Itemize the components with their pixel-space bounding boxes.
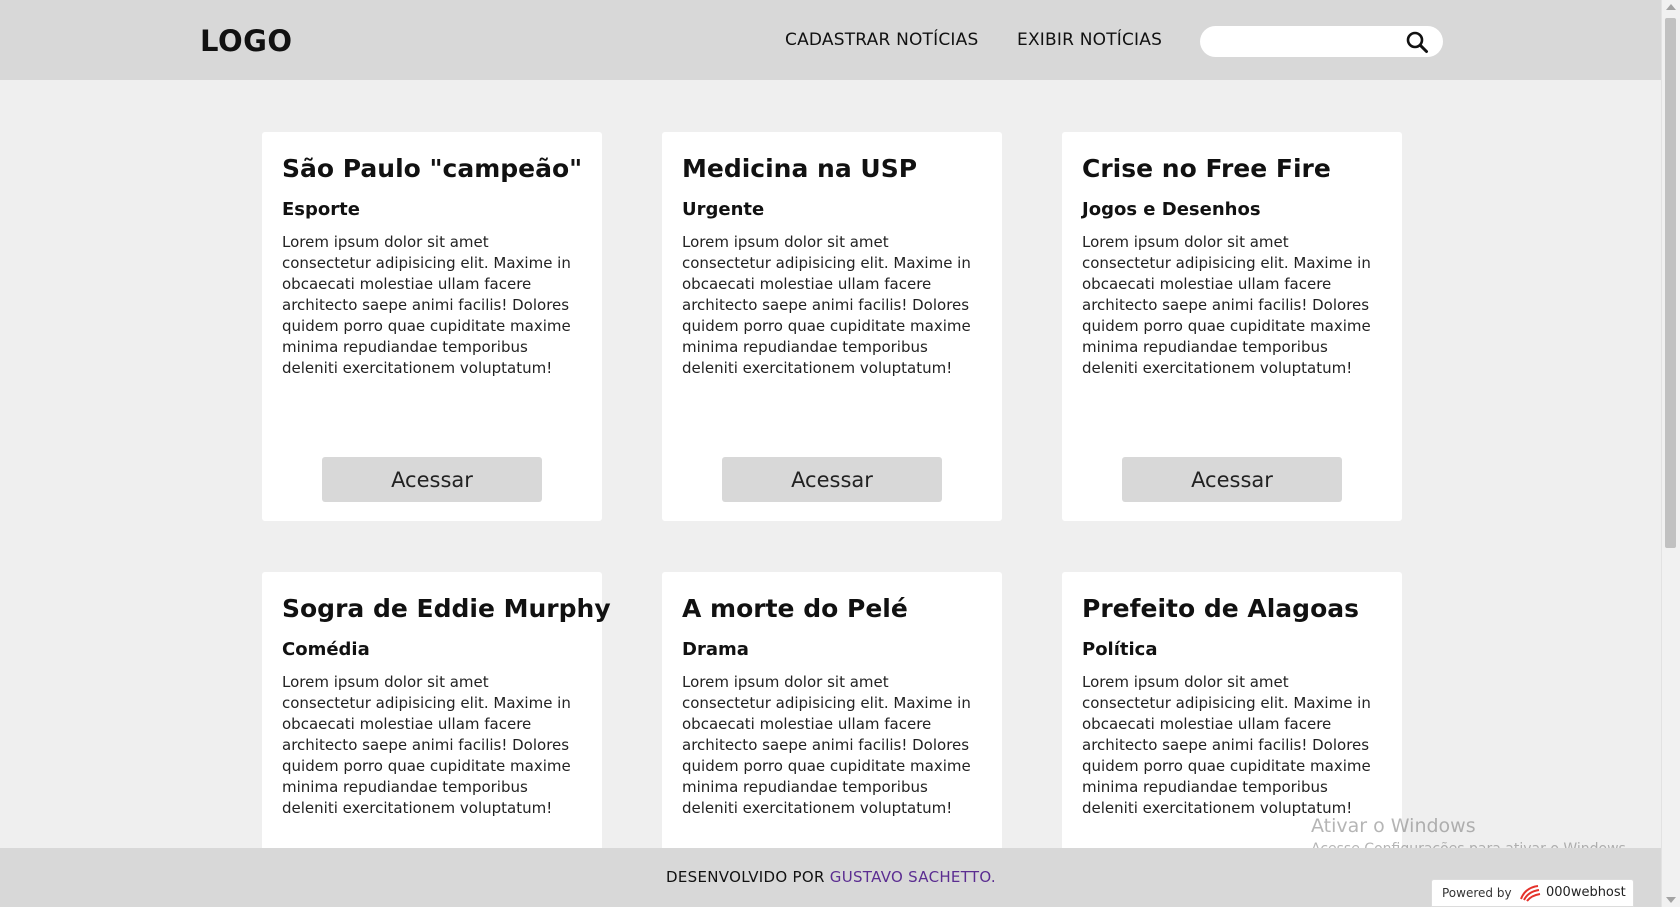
card-title: Crise no Free Fire xyxy=(1082,154,1331,183)
search-input[interactable] xyxy=(1214,30,1398,54)
page-scrollbar[interactable] xyxy=(1661,0,1680,907)
search-icon[interactable] xyxy=(1405,30,1429,54)
card-text: Lorem ipsum dolor sit amet consectetur a… xyxy=(1082,673,1371,817)
card-category: Esporte xyxy=(282,199,360,220)
page: LOGO CADASTRAR NOTÍCIAS EXIBIR NOTÍCIAS … xyxy=(0,0,1680,907)
scrollbar-thumb[interactable] xyxy=(1665,18,1676,548)
card-text: Lorem ipsum dolor sit amet consectetur a… xyxy=(1082,233,1371,377)
footer-prefix: DESENVOLVIDO POR xyxy=(666,868,825,886)
acessar-button[interactable]: Acessar xyxy=(722,457,942,502)
site-footer: DESENVOLVIDO POR GUSTAVO SACHETTO. xyxy=(0,848,1662,907)
card-category: Urgente xyxy=(682,199,765,220)
acessar-button[interactable]: Acessar xyxy=(322,457,542,502)
footer-credits: DESENVOLVIDO POR GUSTAVO SACHETTO. xyxy=(0,868,1662,886)
news-card: São Paulo "campeão" Esporte Lorem ipsum … xyxy=(262,132,602,521)
nav-link-cadastrar-noticias[interactable]: CADASTRAR NOTÍCIAS xyxy=(785,30,978,50)
search-box xyxy=(1200,26,1443,57)
news-card: A morte do Pelé Drama Lorem ipsum dolor … xyxy=(662,572,1002,892)
card-category: Comédia xyxy=(282,639,370,660)
webhost-logo-icon xyxy=(1520,885,1541,902)
site-logo[interactable]: LOGO xyxy=(200,24,293,58)
scroll-up-arrow-icon[interactable] xyxy=(1666,4,1676,10)
news-card: Sogra de Eddie Murphy Comédia Lorem ipsu… xyxy=(262,572,611,892)
card-text: Lorem ipsum dolor sit amet consectetur a… xyxy=(682,233,971,377)
footer-author-link[interactable]: GUSTAVO SACHETTO. xyxy=(830,868,996,886)
news-card: Crise no Free Fire Jogos e Desenhos Lore… xyxy=(1062,132,1402,521)
card-text: Lorem ipsum dolor sit amet consectetur a… xyxy=(282,233,571,377)
site-header: LOGO CADASTRAR NOTÍCIAS EXIBIR NOTÍCIAS xyxy=(0,0,1662,80)
card-text: Lorem ipsum dolor sit amet consectetur a… xyxy=(682,673,971,817)
powered-by-badge[interactable]: Powered by 000webhost xyxy=(1431,879,1634,907)
watermark-title: Ativar o Windows xyxy=(1311,815,1476,837)
card-title: Medicina na USP xyxy=(682,154,918,183)
card-title: Sogra de Eddie Murphy xyxy=(282,594,611,623)
card-title: A morte do Pelé xyxy=(682,594,908,623)
powered-by-brand: 000webhost xyxy=(1546,885,1626,900)
card-category: Jogos e Desenhos xyxy=(1082,199,1261,220)
card-title: São Paulo "campeão" xyxy=(282,154,583,183)
card-category: Drama xyxy=(682,639,749,660)
nav-link-exibir-noticias[interactable]: EXIBIR NOTÍCIAS xyxy=(1017,30,1162,50)
powered-by-label: Powered by xyxy=(1442,886,1512,900)
scroll-down-arrow-icon[interactable] xyxy=(1666,897,1676,903)
card-text: Lorem ipsum dolor sit amet consectetur a… xyxy=(282,673,571,817)
acessar-button[interactable]: Acessar xyxy=(1122,457,1342,502)
card-title: Prefeito de Alagoas xyxy=(1082,594,1360,623)
card-category: Política xyxy=(1082,639,1158,660)
news-card: Medicina na USP Urgente Lorem ipsum dolo… xyxy=(662,132,1002,521)
